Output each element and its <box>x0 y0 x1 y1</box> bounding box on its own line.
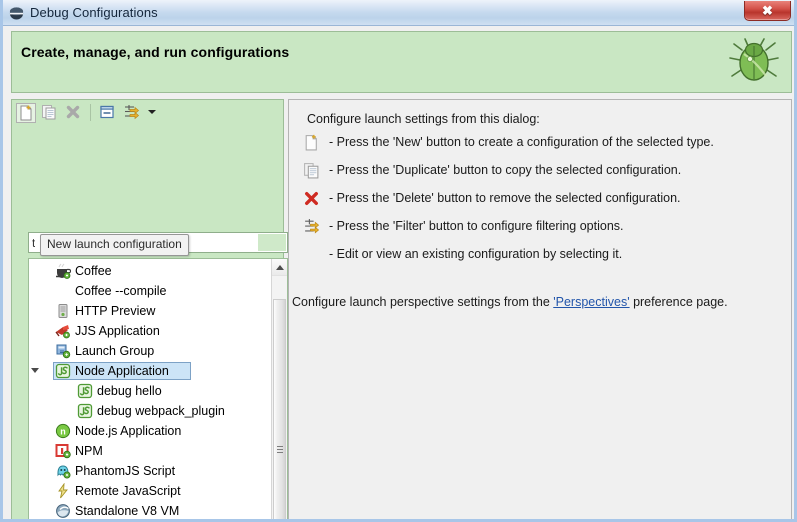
filter-arrows-icon <box>303 218 320 235</box>
node-green-icon: n <box>55 423 71 439</box>
phantomjs-icon <box>55 463 71 479</box>
tree-item[interactable]: debug webpack_plugin <box>29 401 287 421</box>
close-icon: ✖ <box>762 3 773 18</box>
scrollbar-thumb[interactable] <box>273 299 286 519</box>
details-footer: Configure launch perspective settings fr… <box>292 295 728 309</box>
tree-item[interactable]: n Node.js Application <box>29 421 287 441</box>
scrollbar-grip-line <box>277 449 283 450</box>
toolbar-separator <box>90 104 91 121</box>
tree-vertical-scrollbar[interactable] <box>271 259 287 519</box>
page-title: Create, manage, and run configurations <box>21 44 290 60</box>
tree-item-label: HTTP Preview <box>75 304 156 318</box>
launch-configuration-tree-pane: t Coffee Coffee --compile HTTP Preview JJS … <box>11 99 288 519</box>
chevron-down-icon[interactable] <box>148 110 156 114</box>
details-row-text: - Press the 'New' button to create a con… <box>329 135 714 149</box>
footer-prefix: Configure launch perspective settings fr… <box>292 295 554 309</box>
tree-item-label: debug webpack_plugin <box>97 404 225 418</box>
debug-configurations-dialog: Debug Configurations ✖ Create, manage, a… <box>0 0 797 522</box>
tree-item-label: Standalone V8 VM <box>75 504 180 518</box>
tree-item[interactable]: HTTP Preview <box>29 301 287 321</box>
tree-item-label: debug hello <box>97 384 162 398</box>
configuration-tree[interactable]: Coffee Coffee --compile HTTP Preview JJS Ap… <box>28 258 288 519</box>
scrollbar-grip-line <box>277 446 283 447</box>
filter-input-value: t <box>32 236 36 250</box>
svg-text:n: n <box>60 427 66 437</box>
debug-bug-icon <box>9 6 24 21</box>
chevron-up-icon <box>276 265 284 270</box>
coffee-icon <box>55 263 72 279</box>
tree-item[interactable]: NPM <box>29 441 287 461</box>
filter-button[interactable] <box>122 103 142 123</box>
tree-item-label: Remote JavaScript <box>75 484 181 498</box>
new-launch-configuration-button[interactable] <box>16 103 36 123</box>
tree-item-label: Coffee <box>75 264 112 278</box>
tree-item[interactable]: Node Application <box>29 361 287 381</box>
details-edit-note: - Edit or view an existing configuration… <box>329 247 623 261</box>
details-row-text: - Press the 'Delete' button to remove th… <box>329 191 681 205</box>
close-button[interactable]: ✖ <box>744 1 791 21</box>
tree-item-label: NPM <box>75 444 103 458</box>
duplicate-pages-icon <box>303 162 320 179</box>
footer-suffix: preference page. <box>629 295 728 309</box>
filter-field-accent <box>258 234 286 251</box>
http-preview-icon <box>55 303 71 319</box>
tree-item[interactable]: Remote JavaScript <box>29 481 287 501</box>
launch-group-icon <box>55 343 71 359</box>
jjs-icon <box>55 323 71 339</box>
scrollbar-grip-line <box>277 452 283 453</box>
collapse-all-button[interactable] <box>98 103 118 123</box>
delete-x-icon <box>303 190 320 207</box>
details-intro: Configure launch settings from this dial… <box>307 112 540 126</box>
node-js-icon <box>77 403 93 419</box>
remote-js-icon <box>55 482 71 499</box>
tooltip: New launch configuration <box>40 234 189 256</box>
tree-item-label: PhantomJS Script <box>75 464 176 478</box>
delete-button[interactable] <box>64 103 84 123</box>
node-js-icon <box>55 363 71 379</box>
tree-item-label: Launch Group <box>75 344 155 358</box>
tree-item[interactable]: Standalone V8 VM <box>29 501 287 519</box>
scrollbar-up-button[interactable] <box>272 259 287 276</box>
npm-icon <box>55 443 71 459</box>
tree-item-label: Node Application <box>75 364 169 378</box>
details-row-text: - Press the 'Filter' button to configure… <box>329 219 624 233</box>
tree-toolbar <box>12 100 283 124</box>
tree-item[interactable]: Launch Group <box>29 341 287 361</box>
new-page-icon <box>303 134 320 151</box>
tree-item-label: Node.js Application <box>75 424 182 438</box>
dialog-header: Create, manage, and run configurations <box>11 31 792 93</box>
details-pane: Configure launch settings from this dial… <box>288 99 792 519</box>
duplicate-button[interactable] <box>40 103 60 123</box>
tree-item[interactable]: JJS Application <box>29 321 287 341</box>
tree-item[interactable]: Coffee --compile <box>29 281 287 301</box>
node-js-icon <box>77 383 93 399</box>
window-title: Debug Configurations <box>30 5 158 20</box>
perspectives-link[interactable]: 'Perspectives' <box>553 295 629 309</box>
tree-item-label: Coffee --compile <box>75 284 167 298</box>
tree-item[interactable]: Coffee <box>29 261 287 281</box>
tree-expand-arrow-open-icon[interactable] <box>31 368 39 373</box>
tree-item[interactable]: debug hello <box>29 381 287 401</box>
green-bug-icon <box>726 36 782 90</box>
tree-item-label: JJS Application <box>75 324 160 338</box>
v8-icon <box>55 503 71 519</box>
tree-item[interactable]: PhantomJS Script <box>29 461 287 481</box>
title-bar[interactable]: Debug Configurations ✖ <box>3 0 794 26</box>
details-row-text: - Press the 'Duplicate' button to copy t… <box>329 163 682 177</box>
